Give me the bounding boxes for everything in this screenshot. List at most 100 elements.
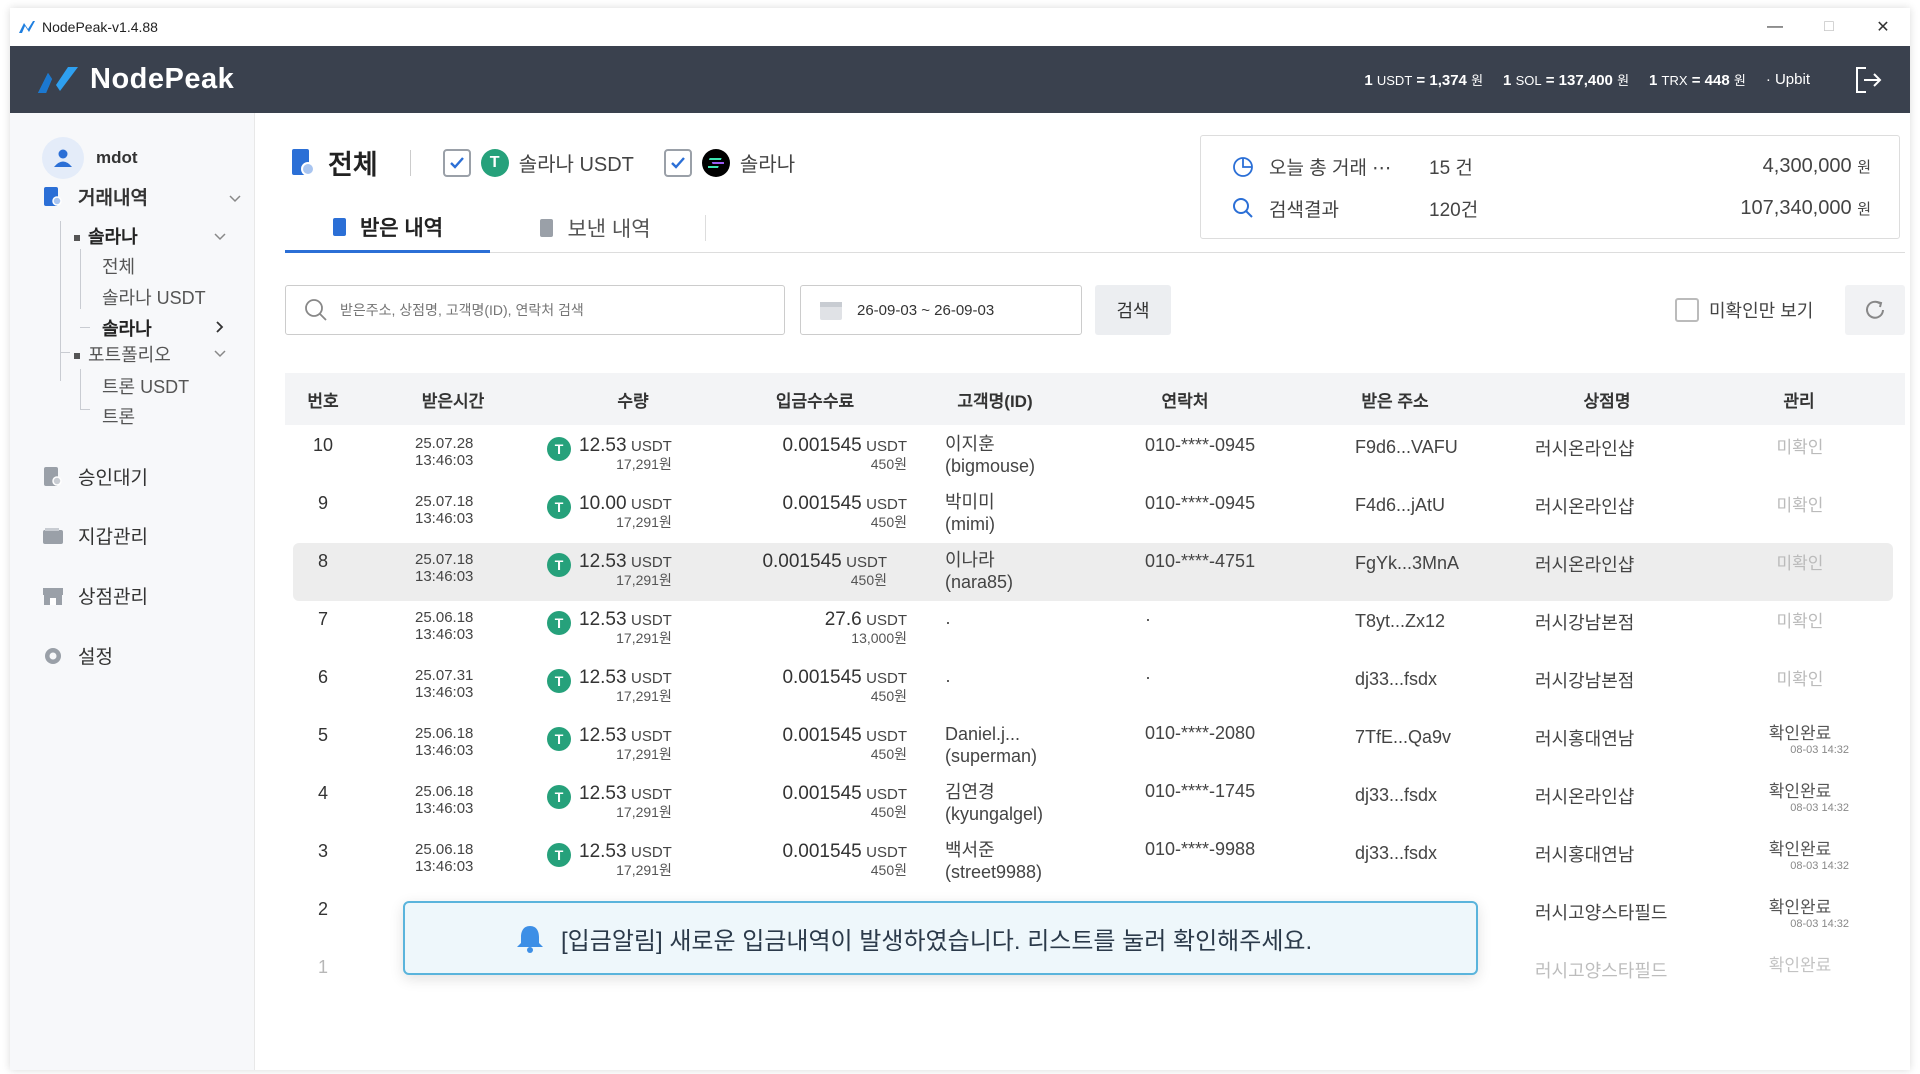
table-row[interactable]: 6 25.07.31 13:46:03 T 12.53 USDT 17,291원 0.001… — [285, 659, 1905, 717]
nav-solana-usdt[interactable]: 솔라나 USDT — [102, 284, 206, 310]
nav-tron[interactable]: 트론 — [102, 403, 135, 429]
row-amount-value: 12.53 — [579, 609, 627, 630]
tab-sent[interactable]: 보낸 내역 — [490, 203, 700, 253]
chevron-down-icon[interactable] — [228, 192, 242, 206]
row-date: 25.07.18 — [415, 551, 474, 568]
row-amount-value: 12.53 — [579, 841, 627, 862]
row-status[interactable]: 미확인 — [1745, 433, 1855, 458]
table-row[interactable]: 10 25.07.28 13:46:03 T 12.53 USDT 17,291원 0.00… — [285, 427, 1905, 485]
tab-received[interactable]: 받은 내역 — [285, 203, 490, 253]
row-status[interactable]: 미확인 — [1745, 607, 1855, 632]
table-row[interactable]: 9 25.07.18 13:46:03 T 10.00 USDT 17,291원 0.001… — [285, 485, 1905, 543]
gear-icon — [45, 647, 61, 664]
page-title: 전체 — [290, 143, 378, 182]
nav-solana-selected[interactable]: 솔라나 — [102, 315, 152, 341]
row-store: 러시홍대연남 — [1535, 729, 1635, 749]
row-phone: 010-****-4751 — [1145, 551, 1256, 571]
row-amount-text: 12.53 USDT 17,291원 — [579, 435, 672, 471]
row-customer-id: (bigmouse) — [945, 456, 1036, 476]
row-customer-name: 이지훈 — [945, 434, 995, 454]
row-amount-value: 12.53 — [579, 551, 627, 572]
minimize-button[interactable]: — — [1748, 8, 1802, 46]
row-amount: T 12.53 USDT 17,291원 — [547, 435, 672, 471]
row-store: 러시고양스타필드 — [1535, 903, 1668, 923]
nav-solana[interactable]: 솔라나 — [74, 223, 138, 249]
row-phone: 010-****-0945 — [1145, 493, 1256, 513]
row-status-datetime: 08-03 14:32 — [1790, 860, 1849, 872]
filter-label-solana: 솔라나 — [739, 154, 796, 176]
table-row[interactable]: 7 25.06.18 13:46:03 T 12.53 USDT 17,291원 27.6 … — [285, 601, 1905, 659]
row-amount-line: 10.00 USDT — [579, 493, 672, 515]
row-store: 러시강남본점 — [1535, 671, 1635, 691]
row-status[interactable]: 미확인 — [1745, 491, 1855, 516]
tab-bar: 받은 내역 보낸 내역 — [285, 203, 1905, 253]
user-profile[interactable]: mdot — [42, 137, 254, 179]
rate-sol: 1 SOL = 137,400 원 — [1503, 72, 1630, 89]
search-input[interactable] — [340, 302, 760, 318]
date-range-picker[interactable]: 26-09-03 ~ 26-09-03 — [800, 285, 1082, 335]
row-amount-unit: USDT — [631, 844, 672, 861]
nav-transactions[interactable]: 거래내역 — [42, 183, 148, 210]
row-time: 13:46:03 — [415, 684, 474, 701]
row-number: 7 — [317, 609, 328, 629]
row-date: 25.07.31 — [415, 667, 474, 684]
unconfirmed-checkbox[interactable] — [1675, 298, 1699, 322]
search-button[interactable]: 검색 — [1095, 285, 1171, 335]
row-phone: 010-****-9988 — [1145, 839, 1256, 859]
summary-today-amount: 4,300,000 원 — [1762, 154, 1871, 177]
row-fee-line: 0.001545 USDT — [782, 783, 907, 805]
row-status[interactable]: 확인완료 08-03 14:32 — [1745, 719, 1855, 756]
usdt-icon: T — [547, 727, 571, 751]
refresh-button[interactable] — [1845, 285, 1905, 335]
nav-portfolio[interactable]: 포트폴리오 — [74, 341, 171, 367]
row-amount-text: 12.53 USDT 17,291원 — [579, 841, 672, 877]
usdt-icon: T — [547, 785, 571, 809]
chevron-down-icon[interactable] — [213, 230, 227, 244]
row-status[interactable]: 확인완료 08-03 14:32 — [1745, 777, 1855, 814]
row-amount-won: 17,291원 — [616, 456, 672, 472]
row-amount-value: 12.53 — [579, 783, 627, 804]
row-date: 25.06.18 — [415, 725, 474, 742]
unconfirmed-only-toggle[interactable]: 미확인만 보기 — [1675, 285, 1813, 335]
table-row[interactable]: 4 25.06.18 13:46:03 T 12.53 USDT 17,291원 0.001… — [285, 775, 1905, 833]
row-customer: 박미미 (mimi) — [945, 491, 995, 535]
row-amount-unit: USDT — [631, 728, 672, 745]
rate-usdt: 1 USDT = 1,374 원 — [1364, 72, 1484, 89]
row-fee-line: 0.001545 USDT — [782, 841, 907, 863]
table-row[interactable]: 5 25.06.18 13:46:03 T 12.53 USDT 17,291원 0.001… — [285, 717, 1905, 775]
row-fee-line: 0.001545 USDT — [782, 435, 907, 457]
row-status[interactable]: 미확인 — [1745, 549, 1855, 574]
row-status[interactable]: 미확인 — [1745, 665, 1855, 690]
document-icon — [332, 217, 346, 236]
row-customer: 이나라 (nara85) — [945, 549, 1013, 593]
logout-icon[interactable] — [1852, 64, 1884, 96]
row-fee-won: 450원 — [870, 456, 907, 472]
checkbox-solana-usdt[interactable] — [442, 148, 471, 177]
search-box[interactable] — [285, 285, 785, 335]
nav-solana-all[interactable]: 전체 — [102, 253, 135, 279]
table-row[interactable]: 8 25.07.18 13:46:03 T 12.53 USDT 17,291원 0.001… — [293, 543, 1893, 601]
tree-line — [80, 369, 81, 409]
row-amount-text: 12.53 USDT 17,291원 — [579, 783, 672, 819]
tree-branch — [80, 409, 90, 410]
brand-logo-icon — [38, 66, 78, 93]
nav-tron-usdt[interactable]: 트론 USDT — [102, 373, 189, 399]
nav-pending[interactable]: 승인대기 — [42, 463, 148, 490]
close-button[interactable]: ✕ — [1856, 8, 1910, 46]
nav-store[interactable]: 상점관리 — [42, 582, 148, 609]
nav-settings[interactable]: 설정 — [42, 642, 113, 669]
maximize-button[interactable]: □ — [1802, 8, 1856, 46]
checkbox-solana[interactable] — [663, 148, 692, 177]
row-customer-id: (superman) — [945, 746, 1038, 766]
row-status[interactable]: 확인완료 08-03 14:32 — [1745, 835, 1855, 872]
row-fee-value: 27.6 — [824, 609, 862, 630]
chevron-right-icon[interactable] — [213, 320, 227, 334]
usdt-icon: T — [547, 437, 571, 461]
chevron-down-icon[interactable] — [213, 347, 227, 361]
nav-wallet[interactable]: 지갑관리 — [42, 522, 148, 549]
table-header: 번호 받은시간 수량 입금수수료 고객명(ID) 연락처 받은 주소 상점명 관… — [285, 373, 1905, 425]
more-icon[interactable]: ⋯ — [1372, 158, 1391, 179]
search-row: 26-09-03 ~ 26-09-03 검색 미확인만 보기 — [285, 285, 1905, 337]
deposit-alert-toast[interactable]: [입금알림] 새로운 입금내역이 발생하였습니다. 리스트를 눌러 확인해주세요… — [403, 901, 1478, 975]
table-row[interactable]: 3 25.06.18 13:46:03 T 12.53 USDT 17,291원 0.001… — [285, 833, 1905, 891]
